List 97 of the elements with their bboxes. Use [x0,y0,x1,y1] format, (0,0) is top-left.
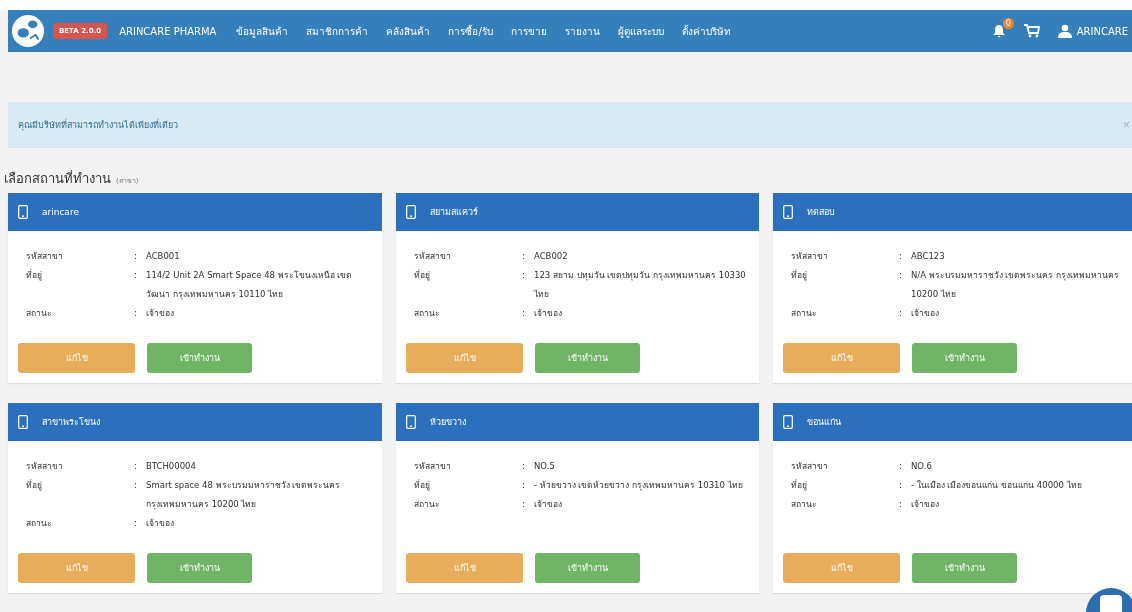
field-label: สถานะ [26,307,53,320]
colon: : [899,307,903,320]
branch-name: สยามสแควร์ [430,206,478,219]
section-title: เลือกสถานที่ทำงาน [4,169,111,188]
field-label: ที่อยู่ [26,478,43,493]
branch-name: arincare [42,207,79,217]
enter-button[interactable]: เข้าทำงาน [912,553,1017,583]
field-label: ที่อยู่ [26,268,43,283]
nav-menu-item[interactable]: ตั้งค่าบริษัท [681,23,731,39]
nav-menu-item[interactable]: การขาย [510,23,547,39]
enter-button[interactable]: เข้าทำงาน [147,343,252,373]
colon: : [899,460,903,473]
edit-button[interactable]: แก้ไข [406,343,523,373]
field-value: 114/2 Unit 2A Smart Space 48 พระโขนงเหนือ เขตวัฒนา กรุงเทพมหานคร 10110 ไทย [146,269,354,302]
field-value: BTCH00004 [146,460,197,473]
notification-count: 0 [1002,18,1014,29]
edit-button[interactable]: แก้ไข [18,553,135,583]
colon: : [522,479,526,492]
colon: : [899,250,903,263]
bell-icon[interactable] [991,24,1006,38]
field-label: รหัสสาขา [791,250,829,263]
colon: : [522,269,526,282]
branch-name: ทดสอบ [807,206,835,219]
colon: : [899,479,903,492]
nav-menu-item[interactable]: ผู้ดูแลระบบ [617,23,664,39]
alert-text: คุณมีบริษัทที่สามารถทำงานได้เพียงที่เดียว [18,118,178,132]
field-value: - ห้วยขวาง เขตห้วยขวาง กรุงเทพมหานคร 10310 ไทย [534,479,744,493]
field-value: เจ้าของ [534,307,563,320]
field-value: Smart space 48 พระบรมมหาราชวัง เขตพระนคร กรุงเทพมหานคร 10200 ไทย [146,479,342,512]
field-label: รหัสสาขา [414,250,452,263]
edit-button[interactable]: แก้ไข [783,343,900,373]
field-label: สถานะ [414,307,441,320]
field-value: NO.6 [911,460,933,473]
field-label: สถานะ [791,307,818,320]
field-label: ที่อยู่ [791,268,808,283]
user-name: ARINCARE [1076,25,1128,37]
enter-button[interactable]: เข้าทำงาน [535,343,640,373]
enter-button[interactable]: เข้าทำงาน [535,553,640,583]
branch-name: ขอนแก่น [807,416,841,429]
field-label: ที่อยู่ [791,478,808,493]
colon: : [522,460,526,473]
field-label: สถานะ [414,498,441,511]
field-value: ACB001 [146,250,181,263]
colon: : [134,460,138,473]
field-value: เจ้าของ [146,517,175,530]
nav-menu-item[interactable]: สมาชิกการค้า [306,23,369,39]
colon: : [899,498,903,511]
branch-name: สาขาพระโขนง [42,416,100,429]
field-value: ACB002 [534,250,569,263]
field-value: เจ้าของ [146,307,175,320]
cart-icon[interactable] [1023,24,1040,38]
field-value: N/A พระบรมมหาราชวัง เขตพระนคร กรุงเทพมหานคร 10200 ไทย [911,269,1121,301]
edit-button[interactable]: แก้ไข [406,553,523,583]
user-menu[interactable]: ARINCARE [1057,24,1128,38]
field-value: 123 สยาม ปทุมวัน เขตปทุมวัน กรุงเทพมหานคร 10330 ไทย [534,269,747,301]
logo-icon[interactable] [11,14,45,48]
edit-button[interactable]: แก้ไข [18,343,135,373]
tablet-icon [783,415,793,429]
nav-menu-item[interactable]: รายงาน [564,23,600,39]
branch-name: ห้วยขวาง [430,416,466,429]
edit-button[interactable]: แก้ไข [783,553,900,583]
field-value: เจ้าของ [534,498,563,511]
field-label: ที่อยู่ [414,478,431,493]
tablet-icon [406,205,416,219]
colon: : [522,250,526,263]
enter-button[interactable]: เข้าทำงาน [912,343,1017,373]
colon: : [134,307,138,320]
close-button[interactable]: × [1121,118,1132,132]
tablet-icon [18,415,28,429]
field-value: - ในเมือง เมืองขอนแก่น ขอนแก่น 40000 ไทย [911,479,1083,492]
enter-button[interactable]: เข้าทำงาน [147,553,252,583]
colon: : [134,269,138,282]
colon: : [134,250,138,263]
nav-menu-item[interactable]: คลังสินค้า [386,23,431,39]
user-icon [1057,24,1072,38]
colon: : [522,498,526,511]
field-label: สถานะ [791,498,818,511]
field-label: ที่อยู่ [414,268,431,283]
field-value: เจ้าของ [911,307,940,320]
brand-link[interactable]: ARINCARE PHARMA [119,25,217,37]
field-label: สถานะ [26,517,53,530]
field-label: รหัสสาขา [791,460,829,473]
nav-menu-item[interactable]: การซื้อ/รับ [448,23,493,39]
tablet-icon [783,205,793,219]
field-value: เจ้าของ [911,498,940,511]
field-label: รหัสสาขา [414,460,452,473]
field-label: รหัสสาขา [26,250,64,263]
tablet-icon [406,415,416,429]
nav-menu-item[interactable]: ข้อมูลสินค้า [236,23,289,39]
colon: : [522,307,526,320]
field-value: ABC123 [911,250,946,263]
colon: : [134,517,138,530]
tablet-icon [18,205,28,219]
field-value: NO.5 [534,460,556,473]
colon: : [899,269,903,282]
colon: : [134,479,138,492]
field-label: รหัสสาขา [26,460,64,473]
